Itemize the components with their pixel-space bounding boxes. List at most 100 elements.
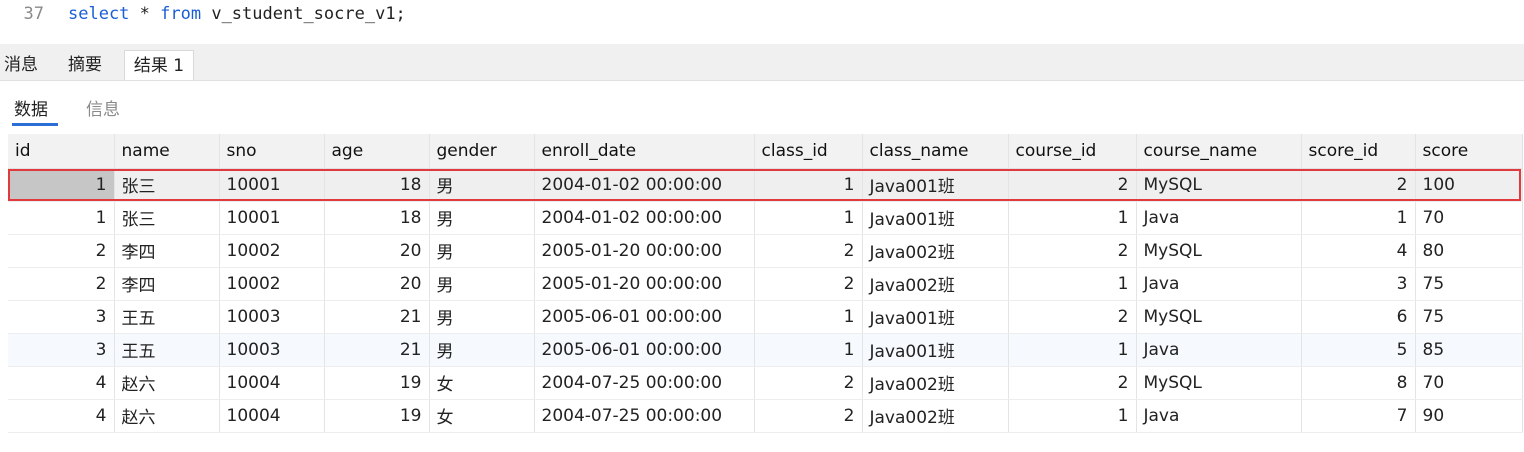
cell-class-id[interactable]: 1 bbox=[754, 300, 863, 334]
table-row[interactable]: 3 王五 10003 21 男 2005-06-01 00:00:00 1 Java001班 1… bbox=[8, 333, 1523, 367]
cell-course-name[interactable]: Java bbox=[1136, 267, 1302, 301]
column-header-score[interactable]: score bbox=[1415, 134, 1523, 169]
sql-statement[interactable]: select * from v_student_socre_v1; bbox=[68, 4, 406, 24]
cell-sno[interactable]: 10001 bbox=[219, 201, 325, 235]
cell-score[interactable]: 75 bbox=[1415, 300, 1523, 334]
table-row[interactable]: 3 王五 10003 21 男 2005-06-01 00:00:00 1 Java001班 2… bbox=[8, 300, 1523, 334]
cell-gender[interactable]: 男 bbox=[429, 201, 535, 235]
cell-course-name[interactable]: MySQL bbox=[1136, 234, 1302, 268]
cell-enroll-date[interactable]: 2005-06-01 00:00:00 bbox=[534, 333, 755, 367]
cell-course-id[interactable]: 2 bbox=[1008, 300, 1137, 334]
cell-gender[interactable]: 男 bbox=[429, 267, 535, 301]
cell-name[interactable]: 李四 bbox=[114, 267, 220, 301]
column-header-enroll-date[interactable]: enroll_date bbox=[534, 134, 755, 169]
cell-class-name[interactable]: Java001班 bbox=[862, 333, 1009, 367]
cell-id[interactable]: 3 bbox=[8, 300, 115, 334]
cell-enroll-date[interactable]: 2004-07-25 00:00:00 bbox=[534, 399, 755, 433]
cell-enroll-date[interactable]: 2004-01-02 00:00:00 bbox=[534, 201, 755, 235]
subtab-data[interactable]: 数据 bbox=[14, 95, 48, 120]
cell-class-id[interactable]: 1 bbox=[754, 333, 863, 367]
cell-score-id[interactable]: 6 bbox=[1301, 300, 1416, 334]
cell-course-name[interactable]: Java bbox=[1136, 399, 1302, 433]
table-row[interactable]: 1 张三 10001 18 男 2004-01-02 00:00:00 1 Java001班 1… bbox=[8, 201, 1523, 235]
cell-id[interactable]: 3 bbox=[8, 333, 115, 367]
cell-class-id[interactable]: 1 bbox=[754, 168, 863, 202]
cell-course-id[interactable]: 1 bbox=[1008, 267, 1137, 301]
cell-score-id[interactable]: 1 bbox=[1301, 201, 1416, 235]
cell-age[interactable]: 18 bbox=[324, 168, 430, 202]
cell-score-id[interactable]: 3 bbox=[1301, 267, 1416, 301]
table-row[interactable]: 4 赵六 10004 19 女 2004-07-25 00:00:00 2 Java002班 2… bbox=[8, 366, 1523, 400]
cell-score[interactable]: 100 bbox=[1415, 168, 1523, 202]
cell-age[interactable]: 19 bbox=[324, 399, 430, 433]
cell-score-id[interactable]: 7 bbox=[1301, 399, 1416, 433]
table-row[interactable]: 1 张三 10001 18 男 2004-01-02 00:00:00 1 Java001班 2… bbox=[8, 168, 1523, 202]
cell-course-id[interactable]: 1 bbox=[1008, 333, 1137, 367]
column-header-class-id[interactable]: class_id bbox=[754, 134, 863, 169]
cell-course-name[interactable]: MySQL bbox=[1136, 366, 1302, 400]
cell-class-name[interactable]: Java002班 bbox=[862, 234, 1009, 268]
cell-enroll-date[interactable]: 2004-07-25 00:00:00 bbox=[534, 366, 755, 400]
cell-name[interactable]: 赵六 bbox=[114, 399, 220, 433]
cell-age[interactable]: 20 bbox=[324, 234, 430, 268]
cell-score[interactable]: 70 bbox=[1415, 201, 1523, 235]
cell-age[interactable]: 21 bbox=[324, 300, 430, 334]
cell-course-id[interactable]: 2 bbox=[1008, 234, 1137, 268]
cell-class-name[interactable]: Java001班 bbox=[862, 300, 1009, 334]
cell-name[interactable]: 张三 bbox=[114, 168, 220, 202]
cell-course-name[interactable]: MySQL bbox=[1136, 168, 1302, 202]
cell-score[interactable]: 70 bbox=[1415, 366, 1523, 400]
cell-id[interactable]: 1 bbox=[8, 168, 115, 202]
tab-messages[interactable]: 消息 bbox=[0, 50, 42, 80]
cell-gender[interactable]: 女 bbox=[429, 399, 535, 433]
cell-class-id[interactable]: 2 bbox=[754, 399, 863, 433]
cell-class-name[interactable]: Java001班 bbox=[862, 168, 1009, 202]
cell-age[interactable]: 19 bbox=[324, 366, 430, 400]
cell-class-name[interactable]: Java002班 bbox=[862, 399, 1009, 433]
cell-course-name[interactable]: MySQL bbox=[1136, 300, 1302, 334]
cell-name[interactable]: 王五 bbox=[114, 300, 220, 334]
cell-name[interactable]: 张三 bbox=[114, 201, 220, 235]
cell-enroll-date[interactable]: 2005-01-20 00:00:00 bbox=[534, 234, 755, 268]
subtab-info[interactable]: 信息 bbox=[86, 95, 120, 120]
cell-score-id[interactable]: 2 bbox=[1301, 168, 1416, 202]
cell-sno[interactable]: 10002 bbox=[219, 267, 325, 301]
cell-sno[interactable]: 10003 bbox=[219, 300, 325, 334]
tab-summary[interactable]: 摘要 bbox=[60, 50, 110, 80]
table-row[interactable]: 4 赵六 10004 19 女 2004-07-25 00:00:00 2 Java002班 1… bbox=[8, 399, 1523, 433]
cell-course-id[interactable]: 1 bbox=[1008, 399, 1137, 433]
cell-id[interactable]: 4 bbox=[8, 366, 115, 400]
cell-course-id[interactable]: 2 bbox=[1008, 366, 1137, 400]
column-header-sno[interactable]: sno bbox=[219, 134, 325, 169]
cell-enroll-date[interactable]: 2005-06-01 00:00:00 bbox=[534, 300, 755, 334]
column-header-id[interactable]: id bbox=[8, 134, 115, 169]
cell-sno[interactable]: 10004 bbox=[219, 399, 325, 433]
cell-age[interactable]: 20 bbox=[324, 267, 430, 301]
cell-sno[interactable]: 10003 bbox=[219, 333, 325, 367]
tab-result-1[interactable]: 结果 1 bbox=[124, 50, 194, 80]
cell-name[interactable]: 王五 bbox=[114, 333, 220, 367]
table-row[interactable]: 2 李四 10002 20 男 2005-01-20 00:00:00 2 Java002班 2… bbox=[8, 234, 1523, 268]
cell-score-id[interactable]: 4 bbox=[1301, 234, 1416, 268]
column-header-score-id[interactable]: score_id bbox=[1301, 134, 1416, 169]
cell-course-name[interactable]: Java bbox=[1136, 333, 1302, 367]
cell-gender[interactable]: 女 bbox=[429, 366, 535, 400]
column-header-class-name[interactable]: class_name bbox=[862, 134, 1009, 169]
cell-score[interactable]: 75 bbox=[1415, 267, 1523, 301]
cell-id[interactable]: 1 bbox=[8, 201, 115, 235]
column-header-course-name[interactable]: course_name bbox=[1136, 134, 1302, 169]
cell-score-id[interactable]: 5 bbox=[1301, 333, 1416, 367]
cell-course-id[interactable]: 1 bbox=[1008, 201, 1137, 235]
cell-course-name[interactable]: Java bbox=[1136, 201, 1302, 235]
cell-id[interactable]: 2 bbox=[8, 234, 115, 268]
result-grid[interactable]: id name sno age gender enroll_date class_id cla… bbox=[8, 134, 1523, 433]
cell-age[interactable]: 18 bbox=[324, 201, 430, 235]
cell-sno[interactable]: 10004 bbox=[219, 366, 325, 400]
cell-class-id[interactable]: 2 bbox=[754, 234, 863, 268]
cell-gender[interactable]: 男 bbox=[429, 168, 535, 202]
table-row[interactable]: 2 李四 10002 20 男 2005-01-20 00:00:00 2 Java002班 1… bbox=[8, 267, 1523, 301]
cell-score[interactable]: 90 bbox=[1415, 399, 1523, 433]
column-header-gender[interactable]: gender bbox=[429, 134, 535, 169]
column-header-course-id[interactable]: course_id bbox=[1008, 134, 1137, 169]
cell-class-id[interactable]: 2 bbox=[754, 267, 863, 301]
